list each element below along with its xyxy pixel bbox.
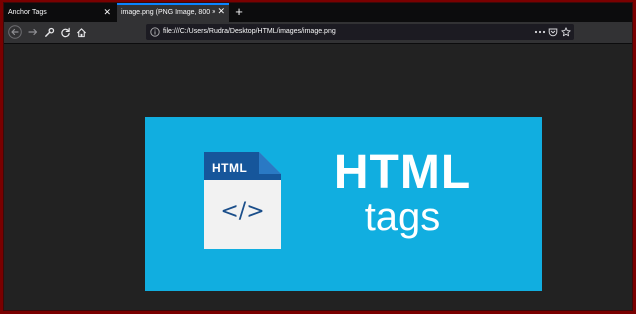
close-icon[interactable]: ✕ xyxy=(103,3,111,22)
star-icon[interactable] xyxy=(561,27,571,37)
reload-icon xyxy=(60,27,70,37)
navigation-toolbar: file:///C:/Users/Rudra/Desktop/HTML/imag… xyxy=(4,22,632,44)
tab-label: Anchor Tags xyxy=(8,9,47,16)
tab-image-png[interactable]: image.png (PNG Image, 800 × 350 pixels) … xyxy=(117,3,229,22)
image-subtitle: tags xyxy=(364,195,441,239)
url-text[interactable]: file:///C:/Users/Rudra/Desktop/HTML/imag… xyxy=(163,24,336,40)
tools-button[interactable] xyxy=(41,24,57,40)
home-icon xyxy=(76,27,86,37)
pocket-icon[interactable] xyxy=(548,27,558,37)
tab-label: image.png (PNG Image, 800 × 350 pixels) xyxy=(121,9,215,16)
document-label: HTML xyxy=(212,161,248,175)
displayed-image: HTML </> HTML tags xyxy=(145,117,542,291)
browser-window: Anchor Tags ✕ image.png (PNG Image, 800 … xyxy=(3,2,633,311)
forward-button[interactable] xyxy=(25,24,41,40)
back-button[interactable] xyxy=(7,24,23,40)
wrench-icon xyxy=(44,27,54,37)
image-title: HTML xyxy=(333,146,472,199)
info-icon[interactable] xyxy=(150,27,160,37)
close-icon[interactable]: ✕ xyxy=(217,5,225,19)
tab-strip: Anchor Tags ✕ image.png (PNG Image, 800 … xyxy=(4,3,632,22)
page-content: HTML </> HTML tags xyxy=(4,44,632,310)
ellipsis-icon[interactable] xyxy=(534,27,546,37)
arrow-left-icon xyxy=(8,25,22,39)
reload-button[interactable] xyxy=(57,24,73,40)
html-document-icon: HTML </> xyxy=(204,152,281,249)
url-bar[interactable]: file:///C:/Users/Rudra/Desktop/HTML/imag… xyxy=(146,24,574,40)
plus-icon[interactable]: + xyxy=(232,3,246,22)
home-button[interactable] xyxy=(73,24,89,40)
tab-anchor-tags[interactable]: Anchor Tags ✕ xyxy=(4,3,115,22)
arrow-right-icon xyxy=(28,28,38,36)
code-symbol: </> xyxy=(220,199,265,224)
